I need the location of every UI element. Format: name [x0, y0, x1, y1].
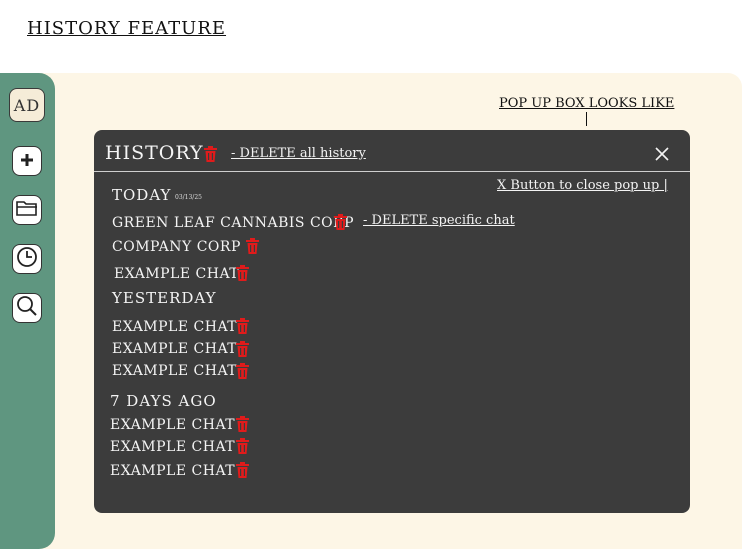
trash-icon — [236, 363, 249, 379]
search-icon — [16, 295, 38, 321]
trash-icon — [246, 238, 259, 254]
page-title: HISTORY FEATURE — [27, 18, 227, 39]
folder-button[interactable] — [12, 195, 42, 225]
popup-note-arrow — [586, 112, 587, 126]
popup-divider — [94, 171, 690, 172]
history-item[interactable]: EXAMPLE CHAT — [110, 439, 235, 455]
history-item[interactable]: EXAMPLE CHAT — [114, 266, 239, 282]
trash-icon — [204, 146, 217, 162]
trash-icon — [236, 318, 249, 334]
search-button[interactable] — [12, 293, 42, 323]
section-date: 03/13/25 — [175, 194, 202, 201]
delete-all-note: - DELETE all history — [231, 146, 366, 161]
delete-chat-button[interactable] — [236, 462, 249, 478]
delete-chat-button[interactable] — [236, 318, 249, 334]
delete-chat-button[interactable] — [334, 214, 347, 230]
section-7-days-ago: 7 DAYS AGO — [110, 392, 217, 410]
close-button[interactable] — [654, 146, 670, 162]
history-item[interactable]: GREEN LEAF CANNABIS CORP — [112, 215, 354, 231]
history-item[interactable]: COMPANY CORP — [112, 239, 241, 255]
close-note: X Button to close pop up | — [497, 178, 668, 193]
popup-note: POP UP BOX LOOKS LIKE — [499, 96, 675, 111]
trash-icon — [236, 341, 249, 357]
delete-all-button[interactable] — [204, 146, 217, 162]
history-item[interactable]: EXAMPLE CHAT — [112, 341, 237, 357]
delete-chat-button[interactable] — [246, 238, 259, 254]
history-popup: HISTORY - DELETE all history X Button to… — [94, 130, 690, 513]
section-yesterday: YESTERDAY — [112, 289, 217, 307]
history-item[interactable]: EXAMPLE CHAT — [110, 417, 235, 433]
clock-icon — [16, 246, 38, 272]
delete-chat-button[interactable] — [236, 363, 249, 379]
popup-title: HISTORY — [105, 142, 204, 164]
delete-chat-button[interactable] — [236, 438, 249, 454]
delete-specific-note: - DELETE specific chat — [363, 213, 515, 228]
trash-icon — [236, 265, 249, 281]
history-item[interactable]: EXAMPLE CHAT — [110, 463, 235, 479]
history-item[interactable]: EXAMPLE CHAT — [112, 363, 237, 379]
new-chat-button[interactable] — [12, 146, 42, 176]
section-today: TODAY — [112, 186, 172, 204]
folder-icon — [16, 199, 38, 221]
trash-icon — [334, 214, 347, 230]
delete-chat-button[interactable] — [236, 265, 249, 281]
trash-icon — [236, 438, 249, 454]
delete-chat-button[interactable] — [236, 416, 249, 432]
trash-icon — [236, 462, 249, 478]
history-button[interactable] — [12, 244, 42, 274]
history-item[interactable]: EXAMPLE CHAT — [112, 319, 237, 335]
close-icon — [654, 147, 670, 166]
avatar[interactable]: AD — [9, 88, 45, 122]
trash-icon — [236, 416, 249, 432]
plus-icon — [20, 152, 34, 171]
delete-chat-button[interactable] — [236, 341, 249, 357]
